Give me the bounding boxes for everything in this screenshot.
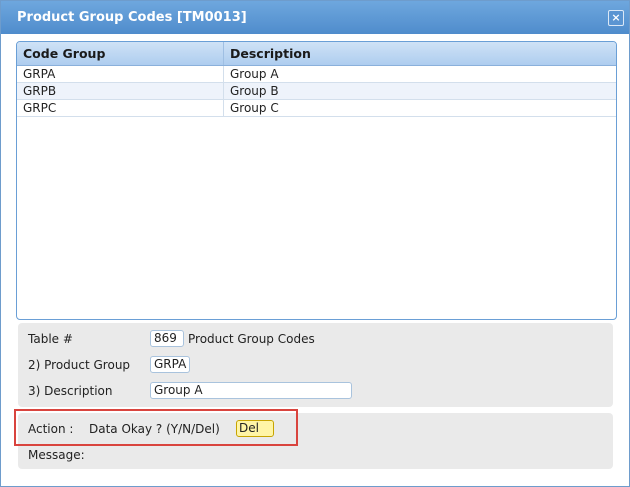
table-name-text: Product Group Codes (188, 332, 315, 346)
table-row[interactable]: GRPC Group C (17, 100, 616, 117)
code-group-grid: Code Group Description GRPA Group A GRPB… (16, 41, 617, 320)
cell-code: GRPB (23, 84, 57, 98)
column-divider (223, 83, 224, 99)
column-divider (223, 66, 224, 82)
column-header-code-group[interactable]: Code Group (23, 46, 105, 61)
table-number-label: Table # (28, 332, 73, 346)
product-group-codes-dialog: Product Group Codes [TM0013] × Code Grou… (0, 0, 630, 487)
cell-description: Group C (230, 101, 279, 115)
table-row[interactable]: GRPB Group B (17, 83, 616, 100)
description-field[interactable]: Group A (150, 382, 352, 399)
dialog-title: Product Group Codes [TM0013] (17, 10, 247, 25)
action-highlight-box (14, 409, 298, 446)
column-divider (223, 100, 224, 116)
table-row[interactable]: GRPA Group A (17, 66, 616, 83)
grid-header: Code Group Description (17, 42, 616, 66)
description-label: 3) Description (28, 384, 113, 398)
dialog-titlebar[interactable]: Product Group Codes [TM0013] × (1, 1, 629, 34)
cell-code: GRPA (23, 67, 56, 81)
cell-code: GRPC (23, 101, 57, 115)
message-label: Message: (28, 448, 85, 462)
column-header-description[interactable]: Description (230, 46, 311, 61)
cell-description: Group B (230, 84, 279, 98)
cell-description: Group A (230, 67, 279, 81)
table-number-field: 869 (150, 330, 184, 347)
product-group-field[interactable]: GRPA (150, 356, 190, 373)
close-icon[interactable]: × (608, 10, 624, 26)
column-divider (223, 42, 224, 65)
product-group-label: 2) Product Group (28, 358, 131, 372)
